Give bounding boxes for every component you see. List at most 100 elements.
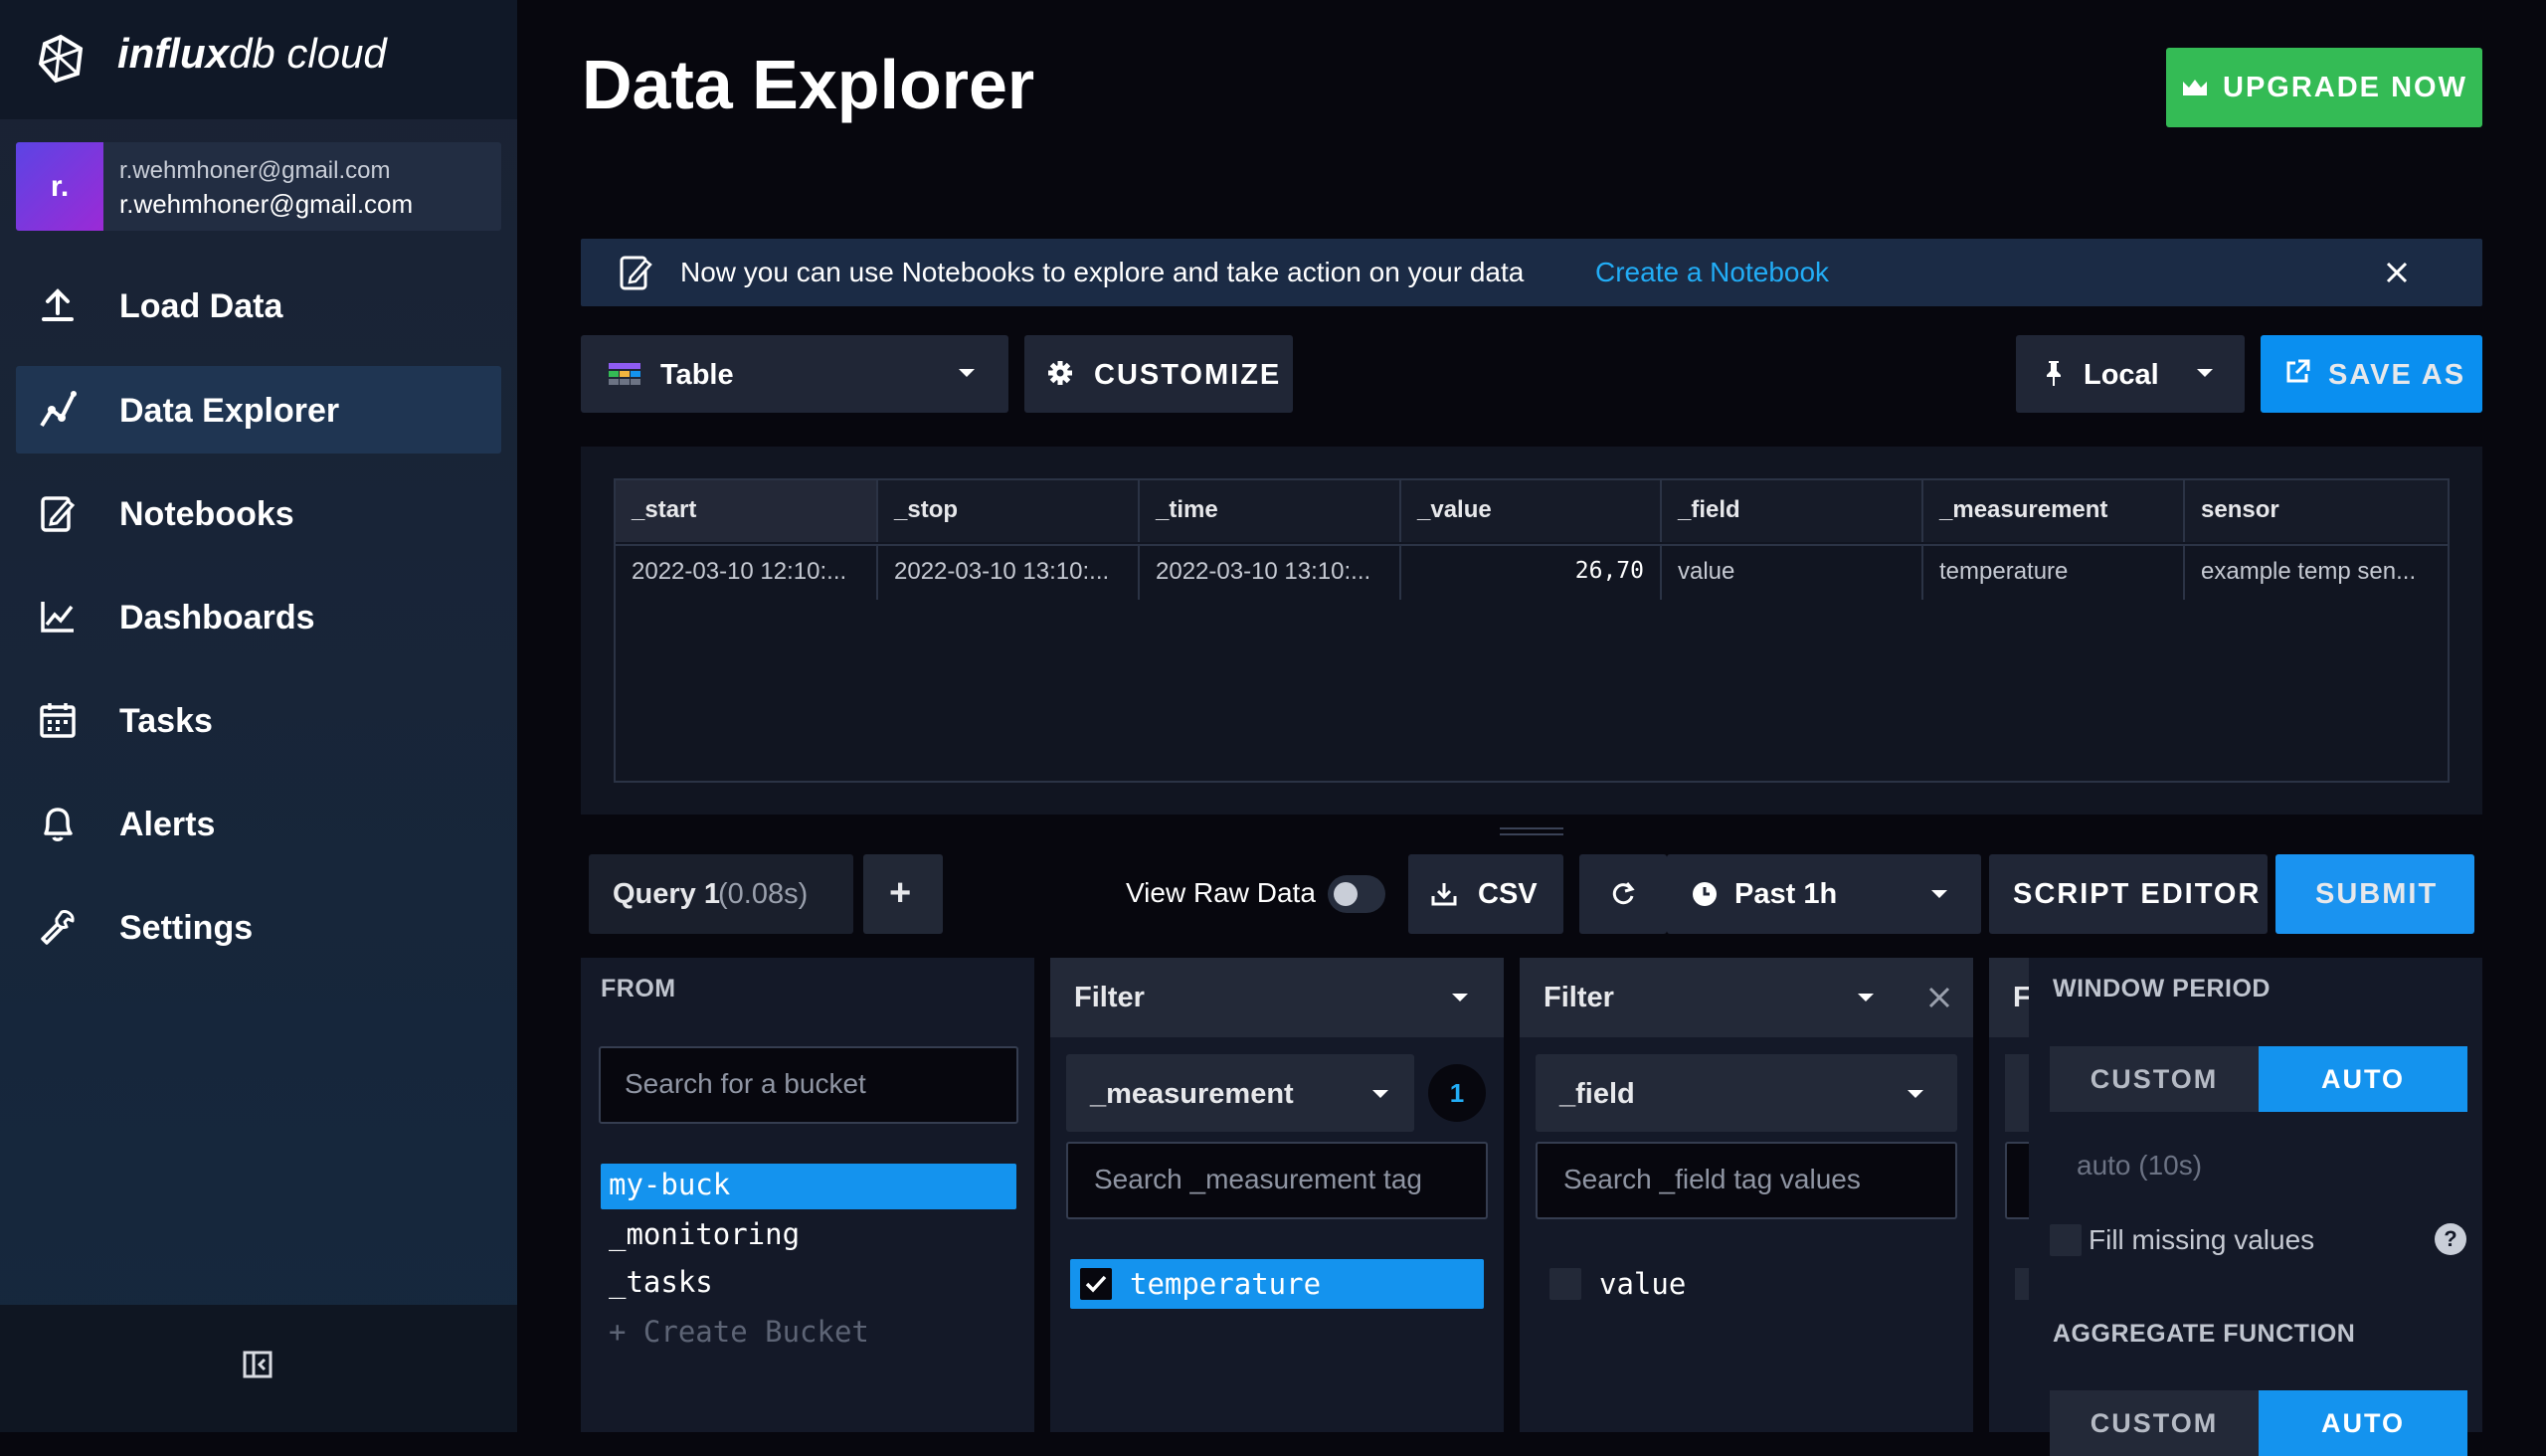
sidebar-item-notebooks[interactable]: Notebooks [16, 469, 501, 557]
query-tab[interactable]: Query 1 (0.08s) [589, 854, 853, 934]
upload-icon [38, 285, 78, 325]
help-icon[interactable]: ? [2435, 1223, 2466, 1255]
caret-down-icon [1906, 1087, 1925, 1101]
sidebar-item-data-explorer[interactable]: Data Explorer [16, 366, 501, 454]
measurement-search-input[interactable]: Search _measurement tag [1066, 1142, 1488, 1219]
csv-download-button[interactable]: CSV [1408, 854, 1563, 934]
save-as-button[interactable]: SAVE AS [2261, 335, 2482, 413]
table-cell: value [1662, 544, 1923, 600]
fill-missing-checkbox[interactable] [2050, 1224, 2082, 1256]
table-icon [609, 363, 640, 385]
create-bucket-link[interactable]: + Create Bucket [609, 1315, 869, 1349]
upgrade-now-button[interactable]: UPGRADE NOW [2166, 48, 2482, 127]
submit-label: SUBMIT [2315, 878, 2439, 910]
create-notebook-link[interactable]: Create a Notebook [1595, 257, 1829, 288]
window-auto-value: auto (10s) [2077, 1150, 2203, 1181]
chart-icon [38, 597, 78, 637]
calendar-icon [38, 700, 78, 740]
table-header-cell[interactable]: _stop [878, 480, 1140, 542]
table-header-cell[interactable]: _value [1401, 480, 1662, 542]
caret-down-icon [957, 366, 977, 380]
window-custom-button[interactable]: CUSTOM [2050, 1046, 2259, 1112]
collapse-sidebar-icon[interactable] [242, 1349, 273, 1380]
toggle-knob [1334, 882, 1358, 906]
sidebar-item-settings[interactable]: Settings [16, 883, 501, 971]
sidebar-item-label: Tasks [119, 702, 213, 740]
aggregate-column [2029, 958, 2482, 1432]
sidebar-item-label: Load Data [119, 287, 283, 325]
measurement-search-placeholder: Search _measurement tag [1094, 1164, 1422, 1194]
sidebar-item-load-data[interactable]: Load Data [16, 262, 501, 349]
graph-line-icon [38, 390, 78, 430]
field-key-label: _field [1559, 1078, 1635, 1110]
avatar: r. [16, 142, 103, 231]
bucket-search-placeholder: Search for a bucket [625, 1068, 866, 1099]
aggregate-auto-button[interactable]: AUTO [2259, 1390, 2467, 1456]
page-title: Data Explorer [582, 46, 1035, 123]
tag-value-item-selected[interactable]: temperature [1070, 1259, 1484, 1309]
window-period-title: WINDOW PERIOD [2053, 975, 2271, 1002]
table-header-cell[interactable]: _field [1662, 480, 1923, 542]
script-editor-button[interactable]: SCRIPT EDITOR [1989, 854, 2268, 934]
submit-button[interactable]: SUBMIT [2275, 854, 2474, 934]
time-range-dropdown[interactable]: Past 1h [1667, 854, 1981, 934]
caret-down-icon [1856, 991, 1876, 1004]
filter-column-header[interactable]: F [1989, 958, 2029, 1037]
upgrade-label: UPGRADE NOW [2223, 71, 2467, 103]
window-auto-button[interactable]: AUTO [2259, 1046, 2467, 1112]
sidebar-item-tasks[interactable]: Tasks [16, 676, 501, 764]
export-icon [2284, 359, 2310, 385]
app-logo-text[interactable]: influxdb cloud [117, 30, 387, 78]
clock-icon [1691, 880, 1719, 908]
field-key-dropdown[interactable]: _field [1536, 1054, 1957, 1132]
customize-button[interactable]: CUSTOMIZE [1024, 335, 1293, 413]
bucket-item[interactable]: my-buck [609, 1168, 730, 1201]
tag-value-item[interactable]: value [1540, 1259, 1953, 1309]
filter-key-dropdown[interactable] [2005, 1054, 2029, 1132]
visualization-type-dropdown[interactable]: Table [581, 335, 1008, 413]
bucket-item[interactable]: _monitoring [609, 1217, 800, 1251]
sidebar-item-label: Notebooks [119, 495, 294, 533]
table-header-cell[interactable]: _start [616, 480, 878, 542]
download-icon [1430, 880, 1458, 908]
refresh-icon [1609, 880, 1637, 908]
sidebar-item-label: Settings [119, 909, 254, 947]
filter-column-header[interactable]: Filter [1520, 958, 1973, 1037]
from-title: FROM [601, 975, 676, 1002]
checkbox[interactable] [1549, 1268, 1581, 1300]
table-header-cell[interactable]: sensor [2185, 480, 2448, 542]
aggregate-custom-button[interactable]: CUSTOM [2050, 1390, 2259, 1456]
fill-missing-label: Fill missing values [2089, 1224, 2315, 1255]
filter-title: Filter [1544, 982, 1614, 1013]
bucket-search-input[interactable]: Search for a bucket [599, 1046, 1018, 1124]
tag-value-label: temperature [1130, 1267, 1322, 1301]
table-header-cell[interactable]: _time [1140, 480, 1401, 542]
csv-label: CSV [1478, 878, 1538, 910]
refresh-button[interactable] [1579, 854, 1667, 934]
measurement-key-dropdown[interactable]: _measurement [1066, 1054, 1414, 1132]
close-icon[interactable] [1927, 986, 1951, 1009]
sidebar-item-label: Alerts [119, 806, 216, 843]
field-search-input[interactable]: Search _field tag values [1536, 1142, 1957, 1219]
pin-icon [2044, 359, 2064, 387]
table-cell: 2022-03-10 13:10:... [878, 544, 1140, 600]
filter-column-header[interactable]: Filter [1050, 958, 1504, 1037]
sidebar-item-alerts[interactable]: Alerts [16, 780, 501, 867]
table-header-cell[interactable]: _measurement [1923, 480, 2185, 542]
resize-handle[interactable] [1500, 827, 1563, 835]
bucket-item[interactable]: _tasks [609, 1265, 713, 1299]
timezone-dropdown[interactable]: Local [2016, 335, 2245, 413]
caret-down-icon [1450, 991, 1470, 1004]
checkbox[interactable] [2015, 1268, 2029, 1300]
checkbox-checked[interactable] [1080, 1268, 1112, 1300]
close-icon[interactable] [2383, 259, 2411, 286]
time-range-label: Past 1h [1734, 878, 1838, 910]
script-editor-label: SCRIPT EDITOR [2013, 878, 2262, 910]
add-query-button[interactable]: + [863, 854, 943, 934]
influxdb-logo-icon[interactable] [36, 34, 86, 84]
user-email: r.wehmhoner@gmail.com [119, 189, 414, 219]
timezone-label: Local [2084, 359, 2159, 391]
view-raw-data-label: View Raw Data [1126, 877, 1316, 908]
table-cell: 26,70 [1401, 544, 1662, 600]
sidebar-item-dashboards[interactable]: Dashboards [16, 573, 501, 660]
